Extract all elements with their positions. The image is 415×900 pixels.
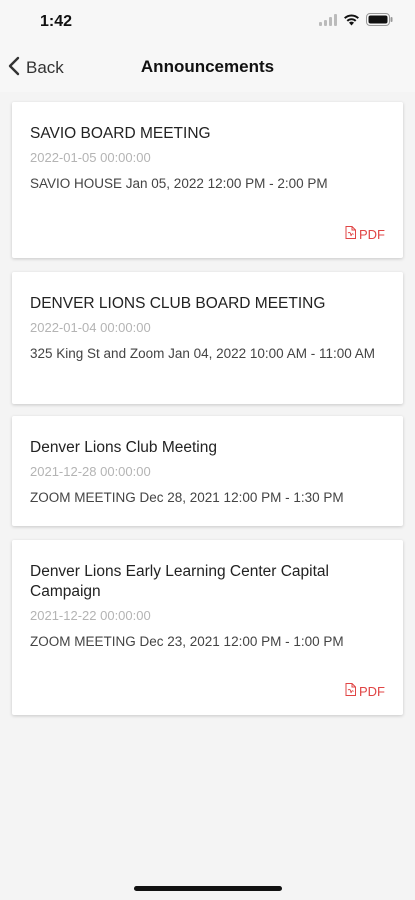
signal-icon bbox=[319, 13, 337, 31]
pdf-file-icon bbox=[345, 683, 356, 699]
page-title: Announcements bbox=[140, 57, 275, 76]
announcement-title: Denver Lions Early Learning Center Capit… bbox=[30, 563, 329, 600]
announcement-date: 2022-01-05 00:00:00 bbox=[30, 150, 151, 165]
announcement-description: ZOOM MEETING Dec 23, 2021 12:00 PM - 1:0… bbox=[30, 634, 344, 649]
announcement-card[interactable]: Denver Lions Club Meeting 2021-12-28 00:… bbox=[12, 416, 403, 526]
status-bar: 1:42 bbox=[0, 0, 415, 44]
announcement-card[interactable]: DENVER LIONS CLUB BOARD MEETING 2022-01-… bbox=[12, 272, 403, 404]
announcement-date: 2021-12-28 00:00:00 bbox=[30, 464, 151, 479]
announcement-card[interactable]: SAVIO BOARD MEETING 2022-01-05 00:00:00 … bbox=[12, 102, 403, 258]
announcement-title: DENVER LIONS CLUB BOARD MEETING bbox=[30, 295, 326, 312]
navigation-bar: Back Announcements bbox=[0, 44, 415, 92]
pdf-label: PDF bbox=[359, 226, 385, 242]
announcement-description: 325 King St and Zoom Jan 04, 2022 10:00 … bbox=[30, 346, 375, 361]
pdf-file-icon bbox=[345, 226, 356, 242]
pdf-label: PDF bbox=[359, 683, 385, 699]
announcement-description: ZOOM MEETING Dec 28, 2021 12:00 PM - 1:3… bbox=[30, 490, 344, 505]
pdf-link[interactable]: PDF bbox=[345, 683, 385, 699]
home-indicator[interactable] bbox=[134, 886, 282, 891]
announcement-title: Denver Lions Club Meeting bbox=[30, 439, 217, 456]
announcement-title: SAVIO BOARD MEETING bbox=[30, 125, 211, 142]
battery-icon bbox=[366, 13, 393, 31]
announcement-description: SAVIO HOUSE Jan 05, 2022 12:00 PM - 2:00… bbox=[30, 176, 328, 191]
wifi-icon bbox=[343, 13, 360, 31]
announcement-date: 2022-01-04 00:00:00 bbox=[30, 320, 151, 335]
status-time: 1:42 bbox=[40, 13, 73, 30]
announcement-date: 2021-12-22 00:00:00 bbox=[30, 608, 151, 623]
announcement-card[interactable]: Denver Lions Early Learning Center Capit… bbox=[12, 540, 403, 715]
status-icons bbox=[319, 13, 393, 31]
pdf-link[interactable]: PDF bbox=[345, 226, 385, 242]
